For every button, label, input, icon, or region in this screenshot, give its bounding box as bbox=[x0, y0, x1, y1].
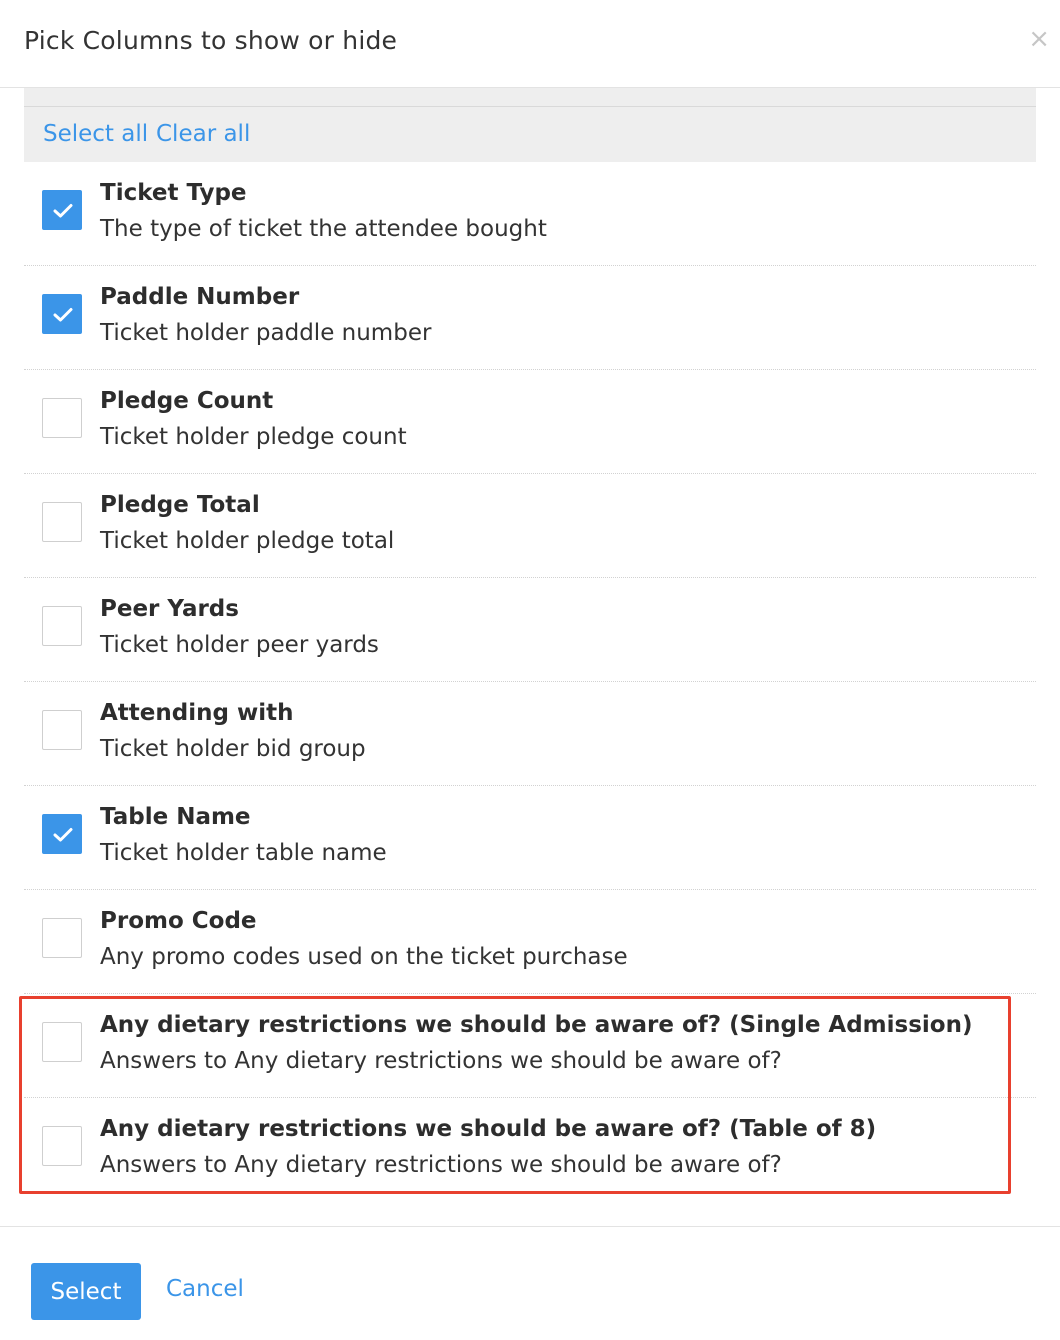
clear-all-link[interactable]: Clear all bbox=[156, 121, 250, 147]
column-description: Ticket holder peer yards bbox=[100, 632, 379, 658]
select-all-link[interactable]: Select all bbox=[43, 121, 148, 147]
column-option-row[interactable]: Pledge Count Ticket holder pledge count bbox=[24, 370, 1036, 474]
column-description: Any promo codes used on the ticket purch… bbox=[100, 944, 628, 970]
column-description: Ticket holder pledge total bbox=[100, 528, 395, 554]
column-description: Ticket holder bid group bbox=[100, 736, 366, 762]
column-option-row[interactable]: Peer Yards Ticket holder peer yards bbox=[24, 578, 1036, 682]
toolbar-divider bbox=[24, 106, 1036, 107]
column-option-row[interactable]: Pledge Total Ticket holder pledge total bbox=[24, 474, 1036, 578]
column-title: Pledge Count bbox=[100, 388, 274, 414]
column-description: Answers to Any dietary restrictions we s… bbox=[100, 1152, 782, 1178]
column-option-row[interactable]: Attending with Ticket holder bid group bbox=[24, 682, 1036, 786]
column-title: Any dietary restrictions we should be aw… bbox=[100, 1116, 877, 1142]
column-title: Any dietary restrictions we should be aw… bbox=[100, 1012, 973, 1038]
column-option-row[interactable]: Any dietary restrictions we should be aw… bbox=[24, 994, 1036, 1098]
column-checkbox[interactable] bbox=[42, 710, 82, 750]
select-button[interactable]: Select bbox=[31, 1263, 141, 1320]
column-title: Ticket Type bbox=[100, 180, 247, 206]
column-title: Pledge Total bbox=[100, 492, 260, 518]
column-checkbox[interactable] bbox=[42, 398, 82, 438]
column-title: Table Name bbox=[100, 804, 251, 830]
column-list: Ticket Type The type of ticket the attend… bbox=[24, 162, 1036, 1202]
column-checkbox[interactable] bbox=[42, 814, 82, 854]
dialog-title: Pick Columns to show or hide bbox=[24, 26, 398, 55]
column-checkbox[interactable] bbox=[42, 918, 82, 958]
column-option-row[interactable]: Any dietary restrictions we should be aw… bbox=[24, 1098, 1036, 1202]
column-title: Promo Code bbox=[100, 908, 257, 934]
column-title: Attending with bbox=[100, 700, 294, 726]
column-title: Paddle Number bbox=[100, 284, 300, 310]
column-description: The type of ticket the attendee bought bbox=[100, 216, 547, 242]
column-title: Peer Yards bbox=[100, 596, 239, 622]
column-description: Ticket holder paddle number bbox=[100, 320, 432, 346]
selection-toolbar: Select all Clear all bbox=[24, 88, 1036, 162]
column-checkbox[interactable] bbox=[42, 190, 82, 230]
column-option-row[interactable]: Paddle Number Ticket holder paddle number bbox=[24, 266, 1036, 370]
column-checkbox[interactable] bbox=[42, 606, 82, 646]
dialog-footer: Select Cancel bbox=[0, 1226, 1060, 1340]
column-description: Answers to Any dietary restrictions we s… bbox=[100, 1048, 782, 1074]
column-option-row[interactable]: Ticket Type The type of ticket the attend… bbox=[24, 162, 1036, 266]
close-icon[interactable]: × bbox=[1028, 26, 1050, 52]
column-description: Ticket holder pledge count bbox=[100, 424, 407, 450]
checkmark-icon bbox=[53, 204, 73, 218]
checkmark-icon bbox=[53, 308, 73, 322]
checkmark-icon bbox=[53, 828, 73, 842]
column-checkbox[interactable] bbox=[42, 502, 82, 542]
column-checkbox[interactable] bbox=[42, 294, 82, 334]
column-option-row[interactable]: Table Name Ticket holder table name bbox=[24, 786, 1036, 890]
column-checkbox[interactable] bbox=[42, 1022, 82, 1062]
cancel-button[interactable]: Cancel bbox=[166, 1276, 244, 1302]
column-description: Ticket holder table name bbox=[100, 840, 387, 866]
column-checkbox[interactable] bbox=[42, 1126, 82, 1166]
column-option-row[interactable]: Promo Code Any promo codes used on the ti… bbox=[24, 890, 1036, 994]
dialog-header: Pick Columns to show or hide × bbox=[0, 0, 1060, 88]
column-picker-dialog: Pick Columns to show or hide × Select al… bbox=[0, 0, 1060, 1340]
